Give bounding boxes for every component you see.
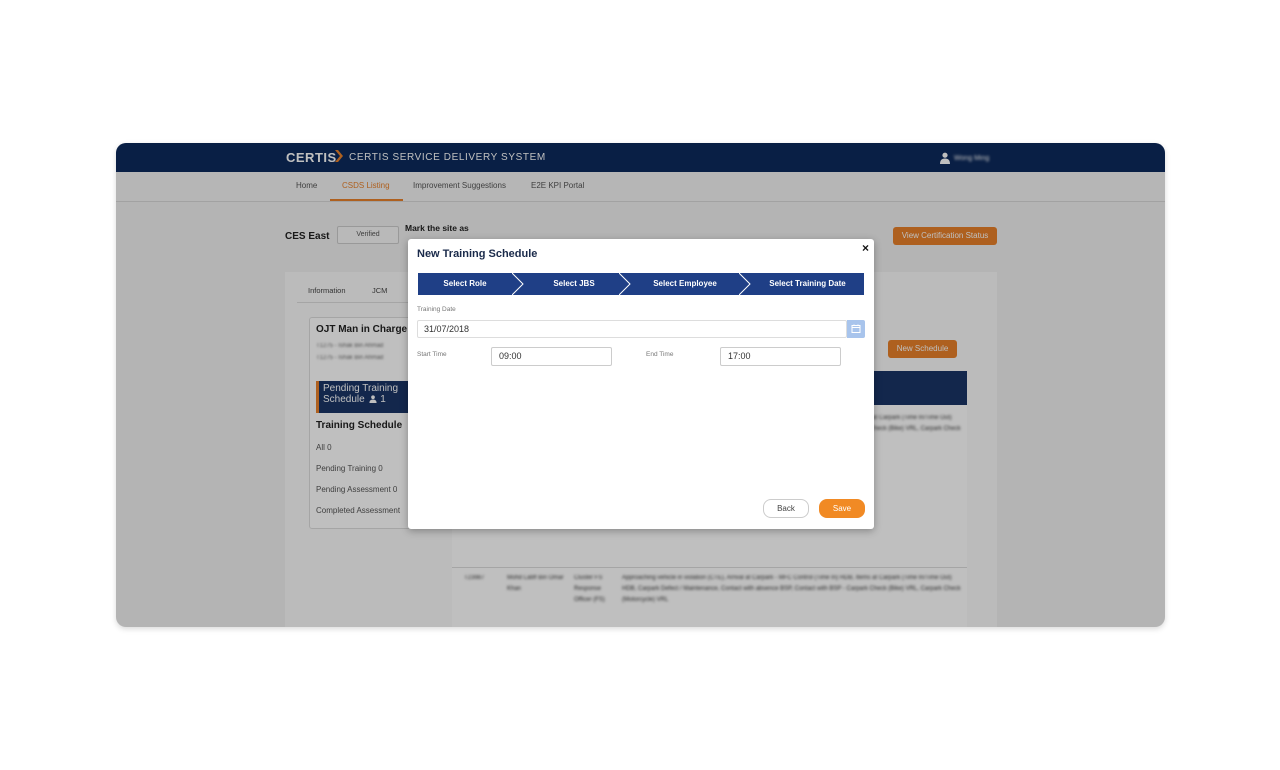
step-select-role[interactable]: Select Role bbox=[418, 273, 512, 295]
new-training-schedule-modal: New Training Schedule × Select Role Sele… bbox=[408, 239, 874, 529]
close-icon[interactable]: × bbox=[862, 241, 869, 255]
training-date-label: Training Date bbox=[417, 306, 456, 313]
calendar-button[interactable] bbox=[847, 320, 865, 338]
training-date-input[interactable]: 31/07/2018 bbox=[417, 320, 847, 338]
start-time-label: Start Time bbox=[417, 351, 447, 358]
step-select-training-date[interactable]: Select Training Date bbox=[751, 273, 864, 295]
step-select-jbs[interactable]: Select JBS bbox=[524, 273, 624, 295]
step-select-employee[interactable]: Select Employee bbox=[631, 273, 739, 295]
wizard-steps: Select Role Select JBS Select Employee S… bbox=[418, 273, 864, 295]
end-time-input[interactable]: 17:00 bbox=[720, 347, 841, 366]
modal-title: New Training Schedule bbox=[417, 248, 538, 260]
back-button[interactable]: Back bbox=[763, 499, 809, 518]
step-divider-chevron-icon bbox=[512, 273, 524, 295]
step-divider-chevron-icon bbox=[739, 273, 751, 295]
calendar-icon bbox=[851, 324, 861, 333]
step-divider-chevron-icon bbox=[619, 273, 631, 295]
start-time-input[interactable]: 09:00 bbox=[491, 347, 612, 366]
end-time-label: End Time bbox=[646, 351, 674, 358]
save-button[interactable]: Save bbox=[819, 499, 865, 518]
